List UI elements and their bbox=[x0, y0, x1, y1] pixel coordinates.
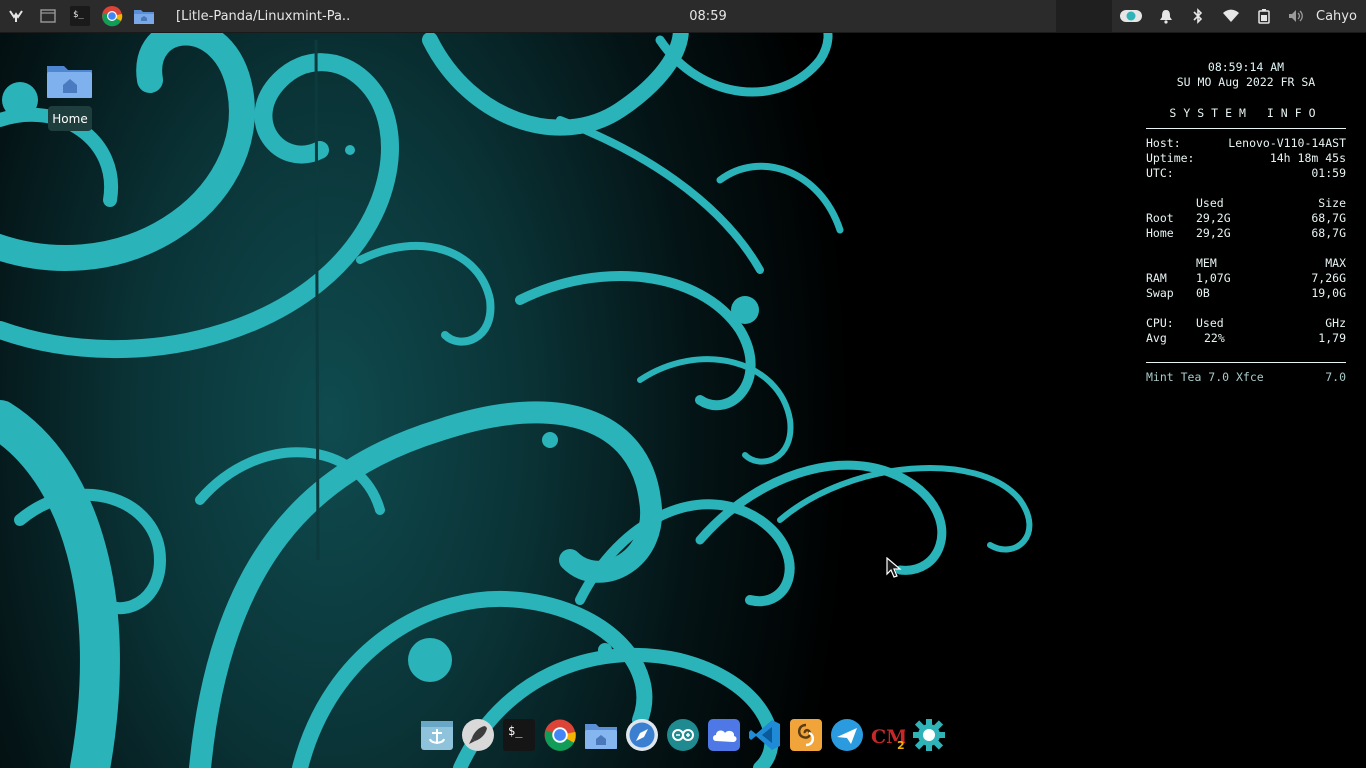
disk-size: 68,7G bbox=[1311, 211, 1346, 225]
mem-used-header: MEM bbox=[1196, 256, 1217, 270]
host-label: Host: bbox=[1146, 136, 1181, 150]
conky-footer: Mint Tea 7.0 Xfce 7.0 bbox=[1146, 370, 1346, 385]
disk-size: 68,7G bbox=[1311, 226, 1346, 240]
utc-value: 01:59 bbox=[1311, 166, 1346, 180]
distro-version: 7.0 bbox=[1325, 370, 1346, 384]
user-menu[interactable]: Cahyo bbox=[1316, 0, 1357, 32]
battery-icon[interactable] bbox=[1254, 0, 1274, 32]
panel-clock[interactable]: 08:59 bbox=[660, 0, 756, 32]
compass-icon[interactable] bbox=[625, 718, 659, 752]
file-manager-icon[interactable] bbox=[132, 0, 156, 32]
disk-name: Root bbox=[1146, 211, 1174, 225]
disk-used: 29,2G bbox=[1196, 211, 1231, 225]
mem-row: Swap 0B 19,0G bbox=[1146, 286, 1346, 301]
toggle-icon[interactable] bbox=[1118, 0, 1144, 32]
tray-spacer bbox=[1056, 0, 1112, 32]
disk-name: Home bbox=[1146, 226, 1174, 240]
file-manager-icon[interactable] bbox=[584, 718, 618, 752]
window-title: [Litle-Panda/Linuxmint-Pa... bbox=[176, 8, 350, 24]
show-desktop-icon[interactable] bbox=[36, 0, 60, 32]
cpu-name: Avg bbox=[1146, 331, 1167, 345]
uptime-value: 14h 18m 45s bbox=[1269, 151, 1346, 165]
host-value: Lenovo-V110-14AST bbox=[1228, 136, 1346, 150]
desktop-home-icon[interactable]: Home bbox=[44, 60, 96, 134]
svg-text:$_: $_ bbox=[508, 724, 523, 738]
disk-size-header: Size bbox=[1318, 196, 1346, 210]
uptime-label: Uptime: bbox=[1146, 151, 1195, 165]
cpu-ghz: 1,79 bbox=[1318, 331, 1346, 345]
cm2-icon[interactable]: CM 2 bbox=[871, 718, 905, 752]
conky-time: 08:59:14 AM bbox=[1207, 60, 1285, 74]
terminal-icon[interactable]: $_ bbox=[502, 718, 536, 752]
notification-bell-icon[interactable] bbox=[1156, 0, 1176, 32]
volume-icon[interactable] bbox=[1286, 0, 1306, 32]
mouse-pointer-icon bbox=[886, 557, 902, 578]
top-panel: $_ [Litle-Panda/Linuxmint-Pa... 08:59 Ca… bbox=[0, 0, 1366, 33]
arduino-icon[interactable] bbox=[666, 718, 700, 752]
mem-name: Swap bbox=[1146, 286, 1174, 300]
mem-max-header: MAX bbox=[1325, 256, 1346, 270]
conky-uptime-row: Uptime: 14h 18m 45s bbox=[1146, 151, 1346, 166]
disk-row: Root 29,2G 68,7G bbox=[1146, 211, 1346, 226]
disk-row: Home 29,2G 68,7G bbox=[1146, 226, 1346, 241]
anchor-app-icon[interactable] bbox=[420, 718, 454, 752]
svg-text:$_: $_ bbox=[73, 10, 84, 20]
conky-utc-row: UTC: 01:59 bbox=[1146, 166, 1346, 181]
cpu-used: 22% bbox=[1204, 331, 1225, 345]
utc-label: UTC: bbox=[1146, 166, 1174, 180]
mem-row: RAM 1,07G 7,26G bbox=[1146, 271, 1346, 286]
mem-used: 1,07G bbox=[1196, 271, 1231, 285]
svg-text:2: 2 bbox=[897, 739, 905, 752]
mem-max: 19,0G bbox=[1311, 286, 1346, 300]
disk-used-header: Used bbox=[1196, 196, 1224, 210]
cpu-used-header: Used bbox=[1196, 316, 1224, 330]
settings-gear-icon[interactable] bbox=[912, 718, 946, 752]
chrome-icon[interactable] bbox=[543, 718, 577, 752]
terminal-icon[interactable]: $_ bbox=[68, 0, 92, 32]
disk-header-row: Used Size bbox=[1146, 196, 1346, 211]
conky-host-row: Host: Lenovo-V110-14AST bbox=[1146, 136, 1346, 151]
conky-system-monitor: 08:59:14 AM SU MO Aug 2022 FR SA SYSTEM … bbox=[1146, 60, 1346, 385]
aurora-plane-icon[interactable] bbox=[830, 718, 864, 752]
whisker-menu-icon[interactable] bbox=[4, 0, 28, 32]
taskbar-window-button[interactable]: [Litle-Panda/Linuxmint-Pa... bbox=[160, 0, 350, 32]
cpu-label: CPU: bbox=[1146, 316, 1174, 330]
conky-calendar: SU MO Aug 2022 FR SA bbox=[1176, 75, 1316, 89]
conky-divider bbox=[1146, 128, 1346, 129]
mem-max: 7,26G bbox=[1311, 271, 1346, 285]
mem-used: 0B bbox=[1196, 286, 1210, 300]
disk-used: 29,2G bbox=[1196, 226, 1231, 240]
sublime-icon[interactable] bbox=[789, 718, 823, 752]
chrome-icon[interactable] bbox=[100, 0, 124, 32]
cpu-header-row: CPU: Used GHz bbox=[1146, 316, 1346, 331]
mem-name: RAM bbox=[1146, 271, 1167, 285]
cpu-row: Avg 22% 1,79 bbox=[1146, 331, 1346, 346]
conky-title: SYSTEM INFO bbox=[1169, 106, 1323, 120]
cloud-sync-icon[interactable] bbox=[707, 718, 741, 752]
wifi-icon[interactable] bbox=[1220, 0, 1242, 32]
desktop-home-label: Home bbox=[48, 106, 92, 131]
home-folder-icon bbox=[47, 66, 92, 98]
rocket-launcher-icon[interactable] bbox=[461, 718, 495, 752]
distro-name: Mint Tea 7.0 Xfce bbox=[1146, 370, 1264, 384]
conky-divider bbox=[1146, 362, 1346, 363]
mem-header-row: MEM MAX bbox=[1146, 256, 1346, 271]
vscode-icon[interactable] bbox=[748, 718, 782, 752]
cpu-ghz-header: GHz bbox=[1325, 316, 1346, 330]
dock: $_ CM 2 bbox=[416, 714, 950, 760]
bluetooth-icon[interactable] bbox=[1188, 0, 1208, 32]
